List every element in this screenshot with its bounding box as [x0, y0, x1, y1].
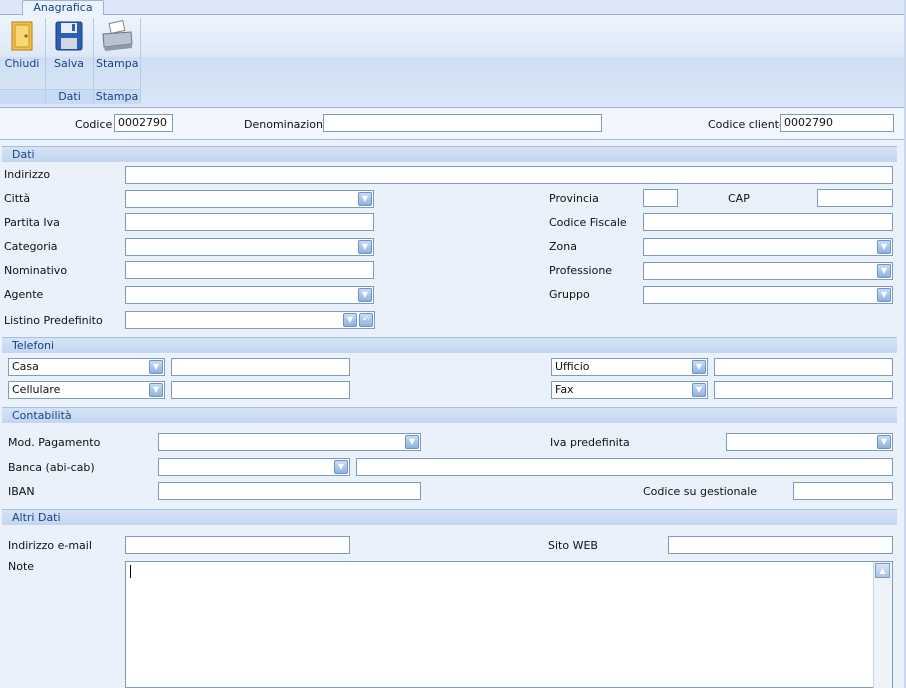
client-code-field[interactable]: 0002790	[780, 114, 894, 132]
section-altri-dati: Altri Dati	[2, 509, 897, 525]
code-label: Codice	[75, 118, 113, 131]
phone-home-field[interactable]	[171, 358, 350, 376]
client-code-label: Codice cliente	[708, 118, 786, 131]
chevron-down-icon[interactable]: ▼	[877, 264, 891, 278]
save-button-label: Salva	[53, 57, 85, 70]
phone-type-fax-value: Fax	[555, 383, 574, 396]
phone-type-office-value: Ufficio	[555, 360, 590, 373]
phone-fax-field[interactable]	[714, 381, 893, 399]
chevron-down-icon[interactable]: ▼	[692, 383, 706, 397]
printer-icon	[102, 20, 133, 51]
undo-icon[interactable]: ↶	[359, 313, 373, 327]
payment-label: Mod. Pagamento	[8, 436, 101, 449]
default-vat-combo[interactable]: ▼	[726, 433, 893, 451]
section-telefoni: Telefoni	[2, 337, 897, 353]
cap-label: CAP	[728, 192, 750, 205]
address-field[interactable]	[125, 166, 893, 184]
print-button-label: Stampa	[96, 57, 139, 70]
door-icon	[11, 21, 33, 51]
nominative-field[interactable]	[125, 261, 374, 279]
payment-combo[interactable]: ▼	[158, 433, 421, 451]
chevron-down-icon[interactable]: ▼	[343, 313, 357, 327]
zone-label: Zona	[549, 240, 577, 253]
category-combo[interactable]: ▼	[125, 238, 374, 256]
chevron-down-icon[interactable]: ▼	[358, 240, 372, 254]
tax-code-label: Codice Fiscale	[549, 216, 627, 229]
address-label: Indirizzo	[4, 168, 51, 181]
default-vat-label: Iva predefinita	[550, 436, 630, 449]
chevron-down-icon[interactable]: ▼	[149, 360, 163, 374]
chevron-down-icon[interactable]: ▼	[149, 383, 163, 397]
chevron-down-icon[interactable]: ▼	[358, 288, 372, 302]
price-list-combo[interactable]: ▼ ↶	[125, 311, 375, 329]
chevron-down-icon[interactable]: ▼	[877, 435, 891, 449]
phone-type-fax-combo[interactable]: Fax ▼	[551, 381, 708, 399]
phone-type-home-combo[interactable]: Casa ▼	[8, 358, 165, 376]
group-label: Gruppo	[549, 288, 590, 301]
chevron-down-icon[interactable]: ▼	[334, 460, 348, 474]
name-label: Denominazione	[244, 118, 330, 131]
mgmt-code-label: Codice su gestionale	[643, 485, 758, 498]
tab-anagrafica[interactable]: Anagrafica	[22, 0, 104, 15]
name-field[interactable]	[323, 114, 602, 132]
phone-mobile-field[interactable]	[171, 381, 350, 399]
price-list-label: Listino Predefinito	[4, 314, 103, 327]
phone-office-field[interactable]	[714, 358, 893, 376]
section-contabilita: Contabilità	[2, 407, 897, 423]
print-button[interactable]: Stampa	[96, 20, 138, 70]
phone-type-mobile-combo[interactable]: Cellulare ▼	[8, 381, 165, 399]
notes-scrollbar[interactable]: ▲	[873, 562, 892, 688]
bank-label: Banca (abi-cab)	[8, 461, 95, 474]
group-combo[interactable]: ▼	[643, 286, 893, 304]
text-caret	[130, 565, 131, 578]
email-label: Indirizzo e-mail	[8, 539, 92, 552]
zone-combo[interactable]: ▼	[643, 238, 893, 256]
vat-field[interactable]	[125, 213, 374, 231]
phone-type-mobile-value: Cellulare	[12, 383, 61, 396]
agent-label: Agente	[4, 288, 44, 301]
bank-description-field[interactable]	[356, 458, 893, 476]
city-combo[interactable]: ▼	[125, 190, 374, 208]
close-button[interactable]: Chiudi	[2, 20, 42, 70]
code-field[interactable]: 0002790	[114, 114, 173, 132]
category-label: Categoria	[4, 240, 58, 253]
chevron-down-icon[interactable]: ▼	[692, 360, 706, 374]
iban-label: IBAN	[8, 485, 35, 498]
province-label: Provincia	[549, 192, 599, 205]
profession-combo[interactable]: ▼	[643, 262, 893, 280]
vat-label: Partita Iva	[4, 216, 60, 229]
scroll-up-icon[interactable]: ▲	[875, 563, 890, 578]
ribbon-tabstrip	[0, 0, 906, 15]
floppy-disk-icon	[55, 21, 83, 51]
chevron-down-icon[interactable]: ▼	[877, 288, 891, 302]
nominative-label: Nominativo	[4, 264, 68, 277]
notes-textarea[interactable]: ▲	[125, 561, 893, 688]
chevron-down-icon[interactable]: ▼	[877, 240, 891, 254]
profession-label: Professione	[549, 264, 613, 277]
iban-field[interactable]	[158, 482, 421, 500]
web-field[interactable]	[668, 536, 893, 554]
ribbon-group-close-label	[0, 89, 45, 104]
close-button-label: Chiudi	[4, 57, 40, 70]
agent-combo[interactable]: ▼	[125, 286, 374, 304]
mgmt-code-field[interactable]	[793, 482, 893, 500]
province-field[interactable]	[643, 189, 678, 207]
tax-code-field[interactable]	[643, 213, 893, 231]
web-label: Sito WEB	[548, 539, 598, 552]
notes-label: Note	[8, 560, 35, 573]
chevron-down-icon[interactable]: ▼	[405, 435, 419, 449]
phone-type-office-combo[interactable]: Ufficio ▼	[551, 358, 708, 376]
save-button[interactable]: Salva	[48, 20, 90, 70]
bank-combo[interactable]: ▼	[158, 458, 350, 476]
chevron-down-icon[interactable]: ▼	[358, 192, 372, 206]
ribbon-group-data-label: Dati	[46, 89, 93, 104]
ribbon-group-print-label: Stampa	[94, 89, 140, 104]
city-label: Città	[4, 192, 31, 205]
cap-field[interactable]	[817, 189, 893, 207]
section-dati: Dati	[2, 146, 897, 162]
email-field[interactable]	[125, 536, 350, 554]
phone-type-home-value: Casa	[12, 360, 39, 373]
